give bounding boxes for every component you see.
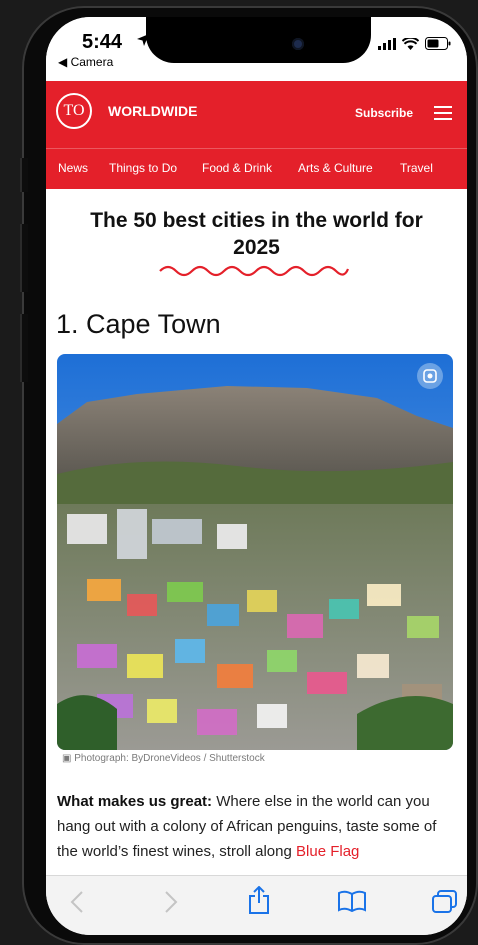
clock: 5:44: [82, 31, 123, 53]
cellular-signal-icon: [378, 37, 396, 50]
nav-item-things-to-do[interactable]: Things to Do: [109, 161, 177, 175]
front-camera: [292, 38, 304, 50]
cape-town-photo[interactable]: [57, 354, 453, 750]
article-title: The 50 best cities in the world for 2025: [90, 209, 423, 259]
mute-switch: [20, 158, 28, 192]
edition-label[interactable]: WORLDWIDE: [108, 103, 197, 119]
back-to-camera-link[interactable]: ◀ Camera: [58, 55, 113, 69]
forward-icon[interactable]: [164, 890, 178, 914]
hamburger-menu-icon[interactable]: [434, 106, 452, 124]
status-icons: [378, 37, 451, 50]
visual-lookup-icon[interactable]: [417, 363, 443, 389]
body-lead: What makes us great:: [57, 793, 213, 810]
site-header: TO WORLDWIDE Subscribe: [46, 81, 467, 148]
nav-item-travel[interactable]: Travel: [400, 161, 433, 175]
article-body: What makes us great: Where else in the w…: [57, 789, 453, 864]
bookmarks-icon[interactable]: [338, 890, 366, 912]
nav-item-arts-culture[interactable]: Arts & Culture: [298, 161, 373, 175]
section-heading: 1. Cape Town: [56, 309, 221, 339]
camera-icon: ▣: [62, 753, 75, 764]
wifi-icon: [402, 37, 419, 50]
screen: 5:44 ◀ Camera TO WORLDWIDE Subscribe New…: [46, 17, 467, 935]
caption-text: Photograph: ByDroneVideos / Shutterstock: [74, 753, 265, 764]
safari-toolbar: [46, 875, 467, 935]
nav-item-news[interactable]: News: [58, 161, 88, 175]
blue-flag-link[interactable]: Blue Flag: [296, 843, 359, 860]
section-nav: News Things to Do Food & Drink Arts & Cu…: [46, 148, 467, 189]
volume-down-button: [20, 314, 28, 382]
squiggle-underline: [159, 265, 350, 277]
share-icon[interactable]: [248, 886, 270, 914]
tabs-icon[interactable]: [432, 890, 458, 914]
back-icon[interactable]: [70, 890, 84, 914]
notch: [146, 17, 371, 63]
time-out-logo[interactable]: TO: [56, 93, 92, 129]
volume-up-button: [20, 224, 28, 292]
nav-item-food-drink[interactable]: Food & Drink: [202, 161, 272, 175]
battery-icon: [425, 37, 451, 50]
subscribe-link[interactable]: Subscribe: [355, 106, 413, 120]
photo-caption: ▣ Photograph: ByDroneVideos / Shuttersto…: [62, 753, 265, 764]
